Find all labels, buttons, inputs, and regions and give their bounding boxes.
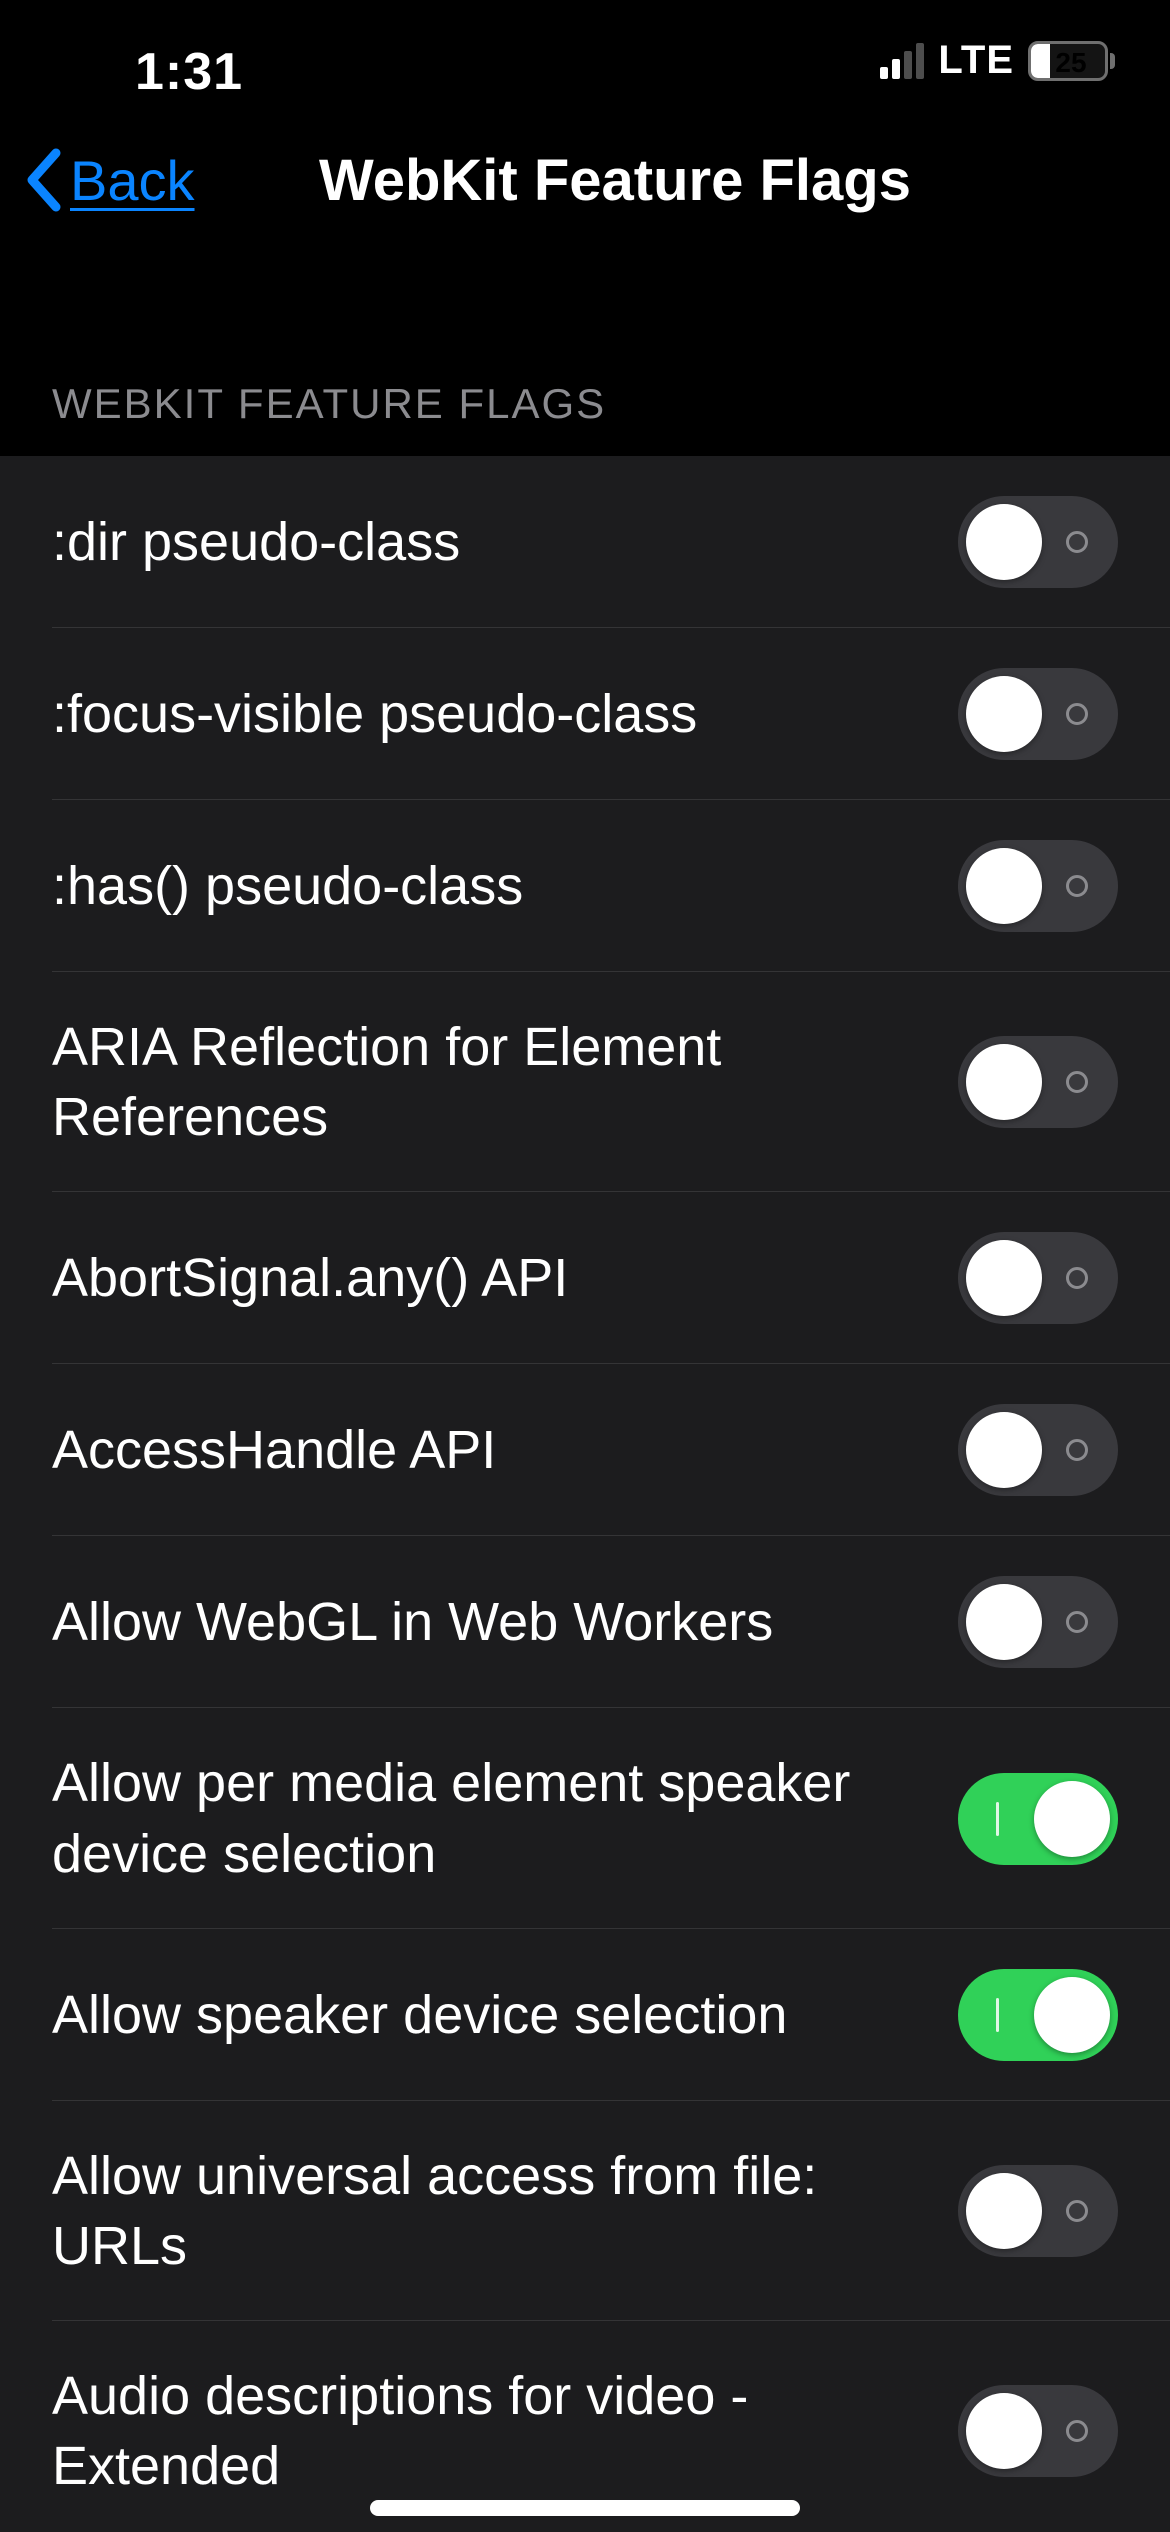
toggle-off-indicator — [1066, 1611, 1088, 1633]
flag-toggle[interactable] — [958, 1773, 1118, 1865]
home-indicator[interactable] — [370, 2500, 800, 2516]
flag-label: Allow WebGL in Web Workers — [52, 1587, 958, 1657]
toggle-knob — [966, 2173, 1042, 2249]
flag-label: :has() pseudo-class — [52, 851, 958, 921]
nav-bar: Back WebKit Feature Flags — [0, 100, 1170, 260]
flag-row: :dir pseudo-class — [0, 456, 1170, 628]
back-button[interactable]: Back — [24, 147, 195, 213]
flag-row: AbortSignal.any() API — [0, 1192, 1170, 1364]
flag-label: AbortSignal.any() API — [52, 1243, 958, 1313]
toggle-knob — [1034, 1977, 1110, 2053]
toggle-knob — [966, 1412, 1042, 1488]
toggle-knob — [966, 2393, 1042, 2469]
flag-row: :has() pseudo-class — [0, 800, 1170, 972]
flag-label: :dir pseudo-class — [52, 507, 958, 577]
flag-toggle[interactable] — [958, 2165, 1118, 2257]
flag-label: Allow speaker device selection — [52, 1980, 958, 2050]
flag-row: :focus-visible pseudo-class — [0, 628, 1170, 800]
toggle-knob — [966, 676, 1042, 752]
flag-row: Allow WebGL in Web Workers — [0, 1536, 1170, 1708]
toggle-off-indicator — [1066, 531, 1088, 553]
flags-list: :dir pseudo-class :focus-visible pseudo-c… — [0, 456, 1170, 2532]
flag-toggle[interactable] — [958, 496, 1118, 588]
toggle-off-indicator — [1066, 2200, 1088, 2222]
toggle-knob — [966, 1584, 1042, 1660]
section-header: WEBKIT FEATURE FLAGS — [0, 260, 1170, 456]
flag-toggle[interactable] — [958, 1576, 1118, 1668]
back-label: Back — [70, 148, 195, 213]
flag-toggle[interactable] — [958, 668, 1118, 760]
toggle-knob — [966, 1240, 1042, 1316]
toggle-off-indicator — [1066, 1071, 1088, 1093]
toggle-off-indicator — [1066, 1439, 1088, 1461]
flag-label: ARIA Reflection for Element References — [52, 1012, 958, 1152]
toggle-off-indicator — [1066, 875, 1088, 897]
toggle-on-indicator — [996, 1802, 999, 1836]
toggle-knob — [966, 848, 1042, 924]
flag-label: :focus-visible pseudo-class — [52, 679, 958, 749]
flag-toggle[interactable] — [958, 1969, 1118, 2061]
toggle-on-indicator — [996, 1998, 999, 2032]
toggle-off-indicator — [1066, 1267, 1088, 1289]
flag-label: AccessHandle API — [52, 1415, 958, 1485]
flag-row: Allow universal access from file: URLs — [0, 2101, 1170, 2321]
flag-toggle[interactable] — [958, 840, 1118, 932]
toggle-knob — [1034, 1781, 1110, 1857]
flag-label: Audio descriptions for video - Extended — [52, 2361, 958, 2501]
flag-toggle[interactable] — [958, 2385, 1118, 2477]
flag-row: Allow per media element speaker device s… — [0, 1708, 1170, 1928]
toggle-off-indicator — [1066, 2420, 1088, 2442]
flag-label: Allow universal access from file: URLs — [52, 2141, 958, 2281]
toggle-knob — [966, 504, 1042, 580]
status-bar: 1:31 LTE 25 — [0, 0, 1170, 100]
battery-icon: 25 — [1028, 41, 1115, 81]
chevron-left-icon — [24, 147, 64, 213]
flag-toggle[interactable] — [958, 1036, 1118, 1128]
flag-row: AccessHandle API — [0, 1364, 1170, 1536]
flag-label: Allow per media element speaker device s… — [52, 1748, 958, 1888]
flag-row: Allow speaker device selection — [0, 1929, 1170, 2101]
status-right: LTE 25 — [880, 38, 1115, 83]
flag-toggle[interactable] — [958, 1232, 1118, 1324]
flag-row: ARIA Reflection for Element References — [0, 972, 1170, 1192]
status-time: 1:31 — [135, 42, 243, 102]
network-type: LTE — [938, 38, 1014, 83]
toggle-off-indicator — [1066, 703, 1088, 725]
battery-percentage: 25 — [1031, 47, 1108, 79]
toggle-knob — [966, 1044, 1042, 1120]
flag-toggle[interactable] — [958, 1404, 1118, 1496]
cellular-signal-icon — [880, 43, 924, 79]
